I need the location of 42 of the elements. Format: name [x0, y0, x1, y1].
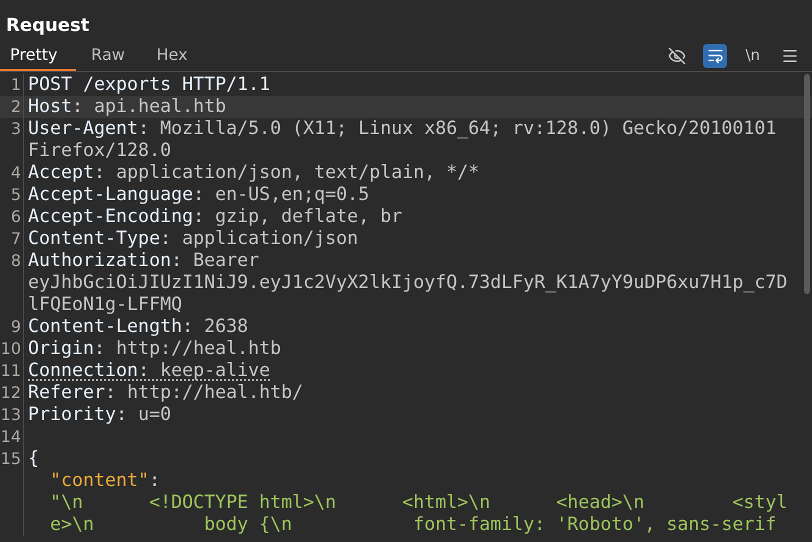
line-number: 15 [0, 449, 21, 468]
line-number: 7 [10, 229, 21, 248]
line-number: 5 [10, 185, 21, 204]
line-number: 3 [10, 119, 21, 138]
newline-toggle[interactable]: \n [741, 44, 764, 68]
code-line: lFQEoN1g-LFFMQ [28, 294, 182, 315]
tab[interactable]: Raw [76, 40, 140, 71]
code-line: Connection: keep-alive [28, 360, 270, 381]
code-line: Accept-Language: en-US,en;q=0.5 [28, 184, 370, 205]
code-line: eyJhbGciOiJIUzI1NiJ9.eyJ1c2VyX2lkIjoyfQ.73dLFyR_K1A7yY9uDP6xu7H1p_c7D [28, 272, 788, 293]
line-number: 8 [10, 251, 21, 270]
code-line: Referer: http://heal.htb/ [28, 382, 304, 403]
code-line: { [28, 448, 40, 469]
code-line: Content-Type: application/json [28, 228, 358, 249]
code-line: Origin: http://heal.htb [28, 338, 282, 359]
panel-title: Request [6, 15, 90, 36]
scrollbar[interactable] [804, 74, 810, 294]
line-number: 10 [0, 339, 21, 358]
code-line: e>\n body {\n font-family: 'Roboto', sans-serif [49, 514, 776, 535]
code-line: "\n <!DOCTYPE html>\n <html>\n <head>\n <styl [49, 492, 788, 513]
code-line: Authorization: Bearer [28, 250, 260, 271]
line-number: 4 [10, 163, 21, 182]
code-line: Firefox/128.0 [28, 140, 172, 161]
line-number: 6 [10, 207, 21, 226]
code-line: Host: api.heal.htb [28, 96, 226, 117]
line-number: 13 [0, 405, 21, 424]
line-number: 1 [10, 75, 21, 94]
code-line: Accept: application/json, text/plain, */* [28, 162, 480, 183]
line-number: 11 [0, 361, 21, 380]
line-number: 14 [0, 427, 21, 446]
line-number: 12 [0, 383, 21, 402]
code-line: Content-Length: 2638 [28, 316, 248, 337]
wrap-icon[interactable] [703, 44, 728, 68]
tab[interactable]: Pretty [0, 40, 76, 71]
line-number: 2 [10, 97, 21, 116]
code-line: Accept-Encoding: gzip, deflate, br [28, 206, 402, 227]
code-line: POST /exports HTTP/1.1 [28, 74, 270, 95]
line-number: 9 [10, 317, 21, 336]
tab[interactable]: Hex [140, 40, 204, 71]
code-line: Priority: u=0 [28, 404, 172, 425]
code-line: "content": [49, 470, 160, 491]
code-line: User-Agent: Mozilla/5.0 (X11; Linux x86_64; rv:128.0) Gecko/20100101 [28, 118, 776, 139]
